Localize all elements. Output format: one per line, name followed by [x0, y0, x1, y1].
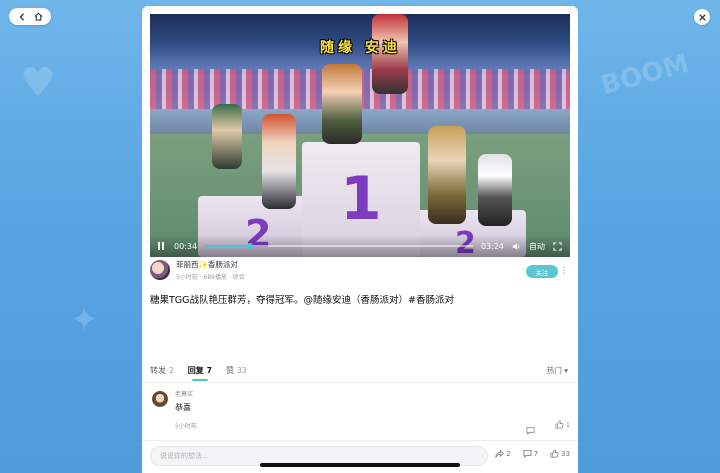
home-indicator[interactable]	[260, 463, 460, 467]
interaction-tabs: 转发 2 回复 7 赞 33 热门 ▾	[150, 359, 570, 381]
chevron-left-icon	[18, 12, 24, 21]
background-decoration: ✦	[70, 300, 99, 340]
pause-icon	[158, 242, 160, 250]
tab-count: 33	[237, 365, 247, 375]
close-icon	[698, 13, 706, 21]
post-meta: 5小时前 · 689播放 · 综合	[176, 274, 245, 281]
close-button[interactable]	[694, 9, 710, 25]
nav-pill	[9, 8, 51, 25]
comment-item: 老莫买 恭喜 5小时前 1	[150, 389, 570, 436]
tab-reply[interactable]: 回复 7	[188, 359, 212, 381]
character	[212, 104, 242, 169]
total-time: 03:24	[480, 241, 504, 251]
volume-icon	[512, 242, 520, 250]
podium-number: 1	[340, 164, 382, 234]
thumbs-up-icon	[555, 420, 564, 429]
comment-icon	[523, 449, 532, 458]
divider	[142, 382, 578, 383]
home-icon	[34, 12, 43, 21]
progress-bar[interactable]	[205, 243, 473, 249]
fullscreen-icon	[553, 241, 562, 251]
tab-label: 转发	[150, 365, 166, 375]
back-button[interactable]	[15, 10, 29, 24]
share-button[interactable]: 2	[495, 449, 511, 458]
tab-label: 回复	[187, 365, 204, 375]
thumbs-up-icon	[550, 449, 559, 458]
comment-time: 5小时前	[175, 423, 197, 430]
bottom-action-bar: 说说你的想法... 2 7 33	[142, 440, 578, 473]
more-options-icon[interactable]: ⋮	[560, 266, 568, 275]
share-count: 2	[506, 449, 511, 458]
progress-knob[interactable]	[246, 243, 253, 249]
current-time: 00:34	[174, 241, 198, 251]
video-player[interactable]: 2 1 2 随缘 安迪 00:34 03:24 自动	[150, 14, 570, 257]
pause-button[interactable]	[158, 241, 168, 251]
reply-comment-button[interactable]	[526, 420, 536, 436]
background-decoration: ♥	[20, 60, 56, 106]
caret-down-icon: ▾	[564, 366, 568, 375]
sort-dropdown[interactable]: 热门 ▾	[547, 365, 568, 376]
author-row: 菲丽西✨香肠派对 5小时前 · 689播放 · 综合 关注 ⋮	[150, 256, 570, 284]
like-count: 33	[561, 449, 570, 458]
progress-fill	[205, 245, 250, 247]
author-avatar[interactable]	[150, 260, 170, 280]
character	[322, 64, 362, 144]
volume-button[interactable]	[512, 242, 521, 251]
pause-icon	[162, 242, 164, 250]
like-button[interactable]: 33	[550, 449, 570, 458]
comment-like-button[interactable]: 1	[555, 420, 570, 429]
share-icon	[495, 449, 504, 458]
comment-count: 7	[533, 449, 539, 458]
author-info: 菲丽西✨香肠派对 5小时前 · 689播放 · 综合	[176, 259, 245, 281]
video-controls: 00:34 03:24 自动	[150, 235, 570, 257]
tab-count: 2	[169, 365, 174, 375]
comment-text: 恭喜	[175, 403, 191, 412]
tab-count: 7	[206, 365, 212, 375]
commenter-avatar[interactable]	[152, 391, 168, 407]
post-text: 糖果TGG战队艳压群芳，夺得冠军。@随缘安迪（香肠派对）#香肠派对	[150, 295, 454, 306]
tab-label: 赞	[226, 365, 234, 375]
character	[428, 126, 466, 224]
character	[262, 114, 296, 209]
author-name[interactable]: 菲丽西✨香肠派对	[176, 259, 245, 270]
follow-button[interactable]: 关注	[526, 265, 558, 278]
comment-icon	[526, 426, 535, 436]
bottom-actions: 2 7 33	[495, 449, 570, 458]
comment-button[interactable]: 7	[523, 449, 538, 458]
fullscreen-button[interactable]	[553, 241, 562, 251]
tab-repost[interactable]: 转发 2	[150, 359, 174, 381]
character	[478, 154, 512, 226]
sort-label: 热门	[546, 366, 562, 375]
auto-quality-button[interactable]: 自动	[529, 241, 545, 252]
video-caption: 随缘 安迪	[320, 40, 401, 56]
background-decoration: BOOM	[597, 48, 693, 102]
comment-like-count: 1	[565, 420, 570, 429]
tab-like[interactable]: 赞 33	[226, 359, 247, 381]
post-card: 2 1 2 随缘 安迪 00:34 03:24 自动	[142, 6, 578, 473]
commenter-name[interactable]: 老莫买	[175, 389, 193, 398]
home-button[interactable]	[32, 10, 46, 24]
